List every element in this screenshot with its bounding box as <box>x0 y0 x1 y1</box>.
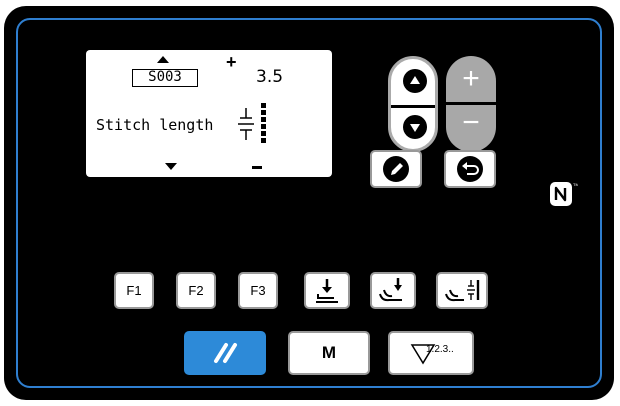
presser-foot-down-icon <box>316 279 338 303</box>
f3-button[interactable]: F3 <box>238 272 278 309</box>
needle-down-button[interactable] <box>370 272 416 309</box>
control-panel: S003 + 3.5 Stitch length + − TM F1 F2 F3… <box>4 6 614 400</box>
stitch-adjust-icon <box>445 280 480 302</box>
program-down-arrow-icon <box>165 163 177 170</box>
up-arrow-icon <box>410 76 420 84</box>
svg-text:TM: TM <box>573 182 578 187</box>
counter-label: 1.2.3.. <box>426 344 454 355</box>
lcd-screen: S003 + 3.5 Stitch length <box>86 50 332 177</box>
double-slash-icon <box>214 343 237 363</box>
nav-divider <box>391 105 435 108</box>
plus-button[interactable]: + <box>446 64 496 94</box>
plus-minus-selector: + − <box>446 56 496 152</box>
down-arrow-icon <box>410 124 420 132</box>
presser-foot-down-button[interactable] <box>304 272 350 309</box>
return-button[interactable] <box>444 150 496 188</box>
minus-button[interactable]: − <box>446 108 496 138</box>
up-button[interactable] <box>403 69 427 93</box>
edit-button[interactable] <box>370 150 422 188</box>
adjust-divider <box>446 102 496 105</box>
stitch-adjust-button[interactable] <box>436 272 488 309</box>
program-number: S003 <box>132 69 198 87</box>
up-down-selector <box>388 56 438 152</box>
plus-indicator: + <box>226 52 237 72</box>
f1-button[interactable]: F1 <box>114 272 154 309</box>
parameter-label: Stitch length <box>96 116 214 134</box>
stitch-length-value: 3.5 <box>256 67 284 87</box>
down-button[interactable] <box>403 115 427 139</box>
nfc-icon: TM <box>550 182 578 206</box>
reset-button[interactable] <box>184 331 266 375</box>
return-icon <box>457 156 483 182</box>
stitch-length-bar <box>261 103 266 145</box>
f2-button[interactable]: F2 <box>176 272 216 309</box>
counter-button[interactable]: 1.2.3.. <box>388 331 474 375</box>
mode-button[interactable]: M <box>288 331 370 375</box>
minus-indicator <box>252 166 262 169</box>
program-up-arrow-icon <box>157 56 169 63</box>
needle-down-icon <box>379 278 402 302</box>
stitch-length-icon <box>238 108 254 140</box>
pencil-icon <box>383 156 409 182</box>
